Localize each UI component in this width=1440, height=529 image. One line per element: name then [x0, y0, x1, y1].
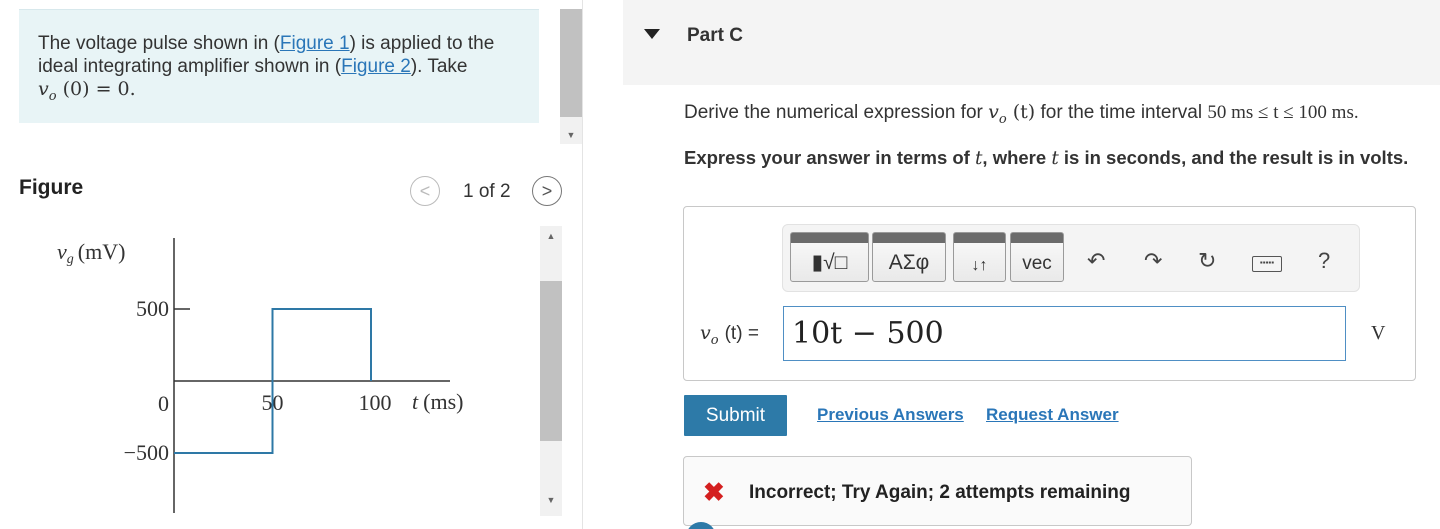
part-header[interactable] — [623, 0, 1440, 85]
collapse-triangle-icon[interactable] — [644, 29, 660, 39]
y-tick-label: −500 — [124, 440, 169, 465]
y-axis-label: vg (mV) — [57, 239, 125, 267]
panel-divider — [582, 0, 583, 529]
part-title: Part C — [687, 25, 743, 46]
problem-text-1: The voltage pulse shown in ( — [38, 33, 280, 54]
voltage-pulse-figure: vg (mV) 5000−50050 100 t (ms) — [57, 238, 463, 513]
x-tick-label: 100 — [359, 390, 392, 415]
reset-icon[interactable]: ↻ — [1198, 248, 1216, 274]
next-figure-button[interactable]: > — [532, 176, 562, 206]
figure-axes — [173, 238, 450, 513]
feedback-message: Incorrect; Try Again; 2 attempts remaini… — [749, 482, 1131, 503]
scroll-down-arrow-icon[interactable]: ▼ — [560, 127, 582, 143]
previous-figure-button[interactable]: < — [410, 176, 440, 206]
figure-scroll-thumb[interactable] — [540, 281, 562, 441]
figure-scrollbar[interactable]: ▲ ▼ — [540, 226, 562, 516]
question-text: Derive the numerical expression for vo (… — [684, 101, 1359, 127]
problem-scrollbar[interactable]: ▼ — [560, 9, 582, 144]
submit-button[interactable]: Submit — [684, 395, 787, 436]
vector-button[interactable]: vec — [1010, 232, 1064, 282]
scroll-down-arrow-icon[interactable]: ▼ — [540, 492, 562, 508]
answer-unit: V — [1371, 322, 1386, 344]
chevron-left-icon: < — [419, 180, 431, 201]
redo-icon[interactable]: ↷ — [1144, 248, 1162, 274]
figure-counter: 1 of 2 — [463, 181, 511, 202]
problem-statement: The voltage pulse shown in (Figure 1) is… — [19, 9, 539, 123]
templates-button[interactable]: ▮√□ — [790, 232, 869, 282]
x-axis-label: t (ms) — [412, 389, 463, 414]
answer-instruction: Express your answer in terms of t, where… — [684, 147, 1409, 169]
previous-answers-link[interactable]: Previous Answers — [817, 405, 964, 425]
answer-input[interactable]: 10t − 500 — [783, 306, 1346, 361]
y-tick-label: 0 — [158, 391, 169, 416]
figure-2-link[interactable]: Figure 2 — [341, 56, 411, 77]
answer-label: vo (t) = — [700, 322, 759, 348]
figure-heading: Figure — [19, 176, 84, 199]
problem-scroll-thumb[interactable] — [560, 9, 582, 117]
request-answer-link[interactable]: Request Answer — [986, 405, 1119, 425]
chevron-right-icon: > — [541, 180, 553, 201]
help-icon[interactable]: ? — [1318, 248, 1330, 274]
figure-1-link[interactable]: Figure 1 — [280, 33, 350, 54]
sort-button[interactable]: ↓↑ — [953, 232, 1006, 282]
problem-text-3: ). Take — [410, 56, 468, 77]
error-x-icon: ✖ — [703, 477, 725, 507]
scroll-up-arrow-icon[interactable]: ▲ — [540, 228, 562, 244]
keyboard-icon[interactable]: ▪▪▪▪▪ — [1252, 256, 1282, 272]
undo-icon[interactable]: ↶ — [1087, 248, 1105, 274]
initial-condition: vo (0) = 0. — [38, 78, 136, 104]
greek-symbols-button[interactable]: ΑΣφ — [872, 232, 946, 282]
y-tick-label: 500 — [136, 296, 169, 321]
